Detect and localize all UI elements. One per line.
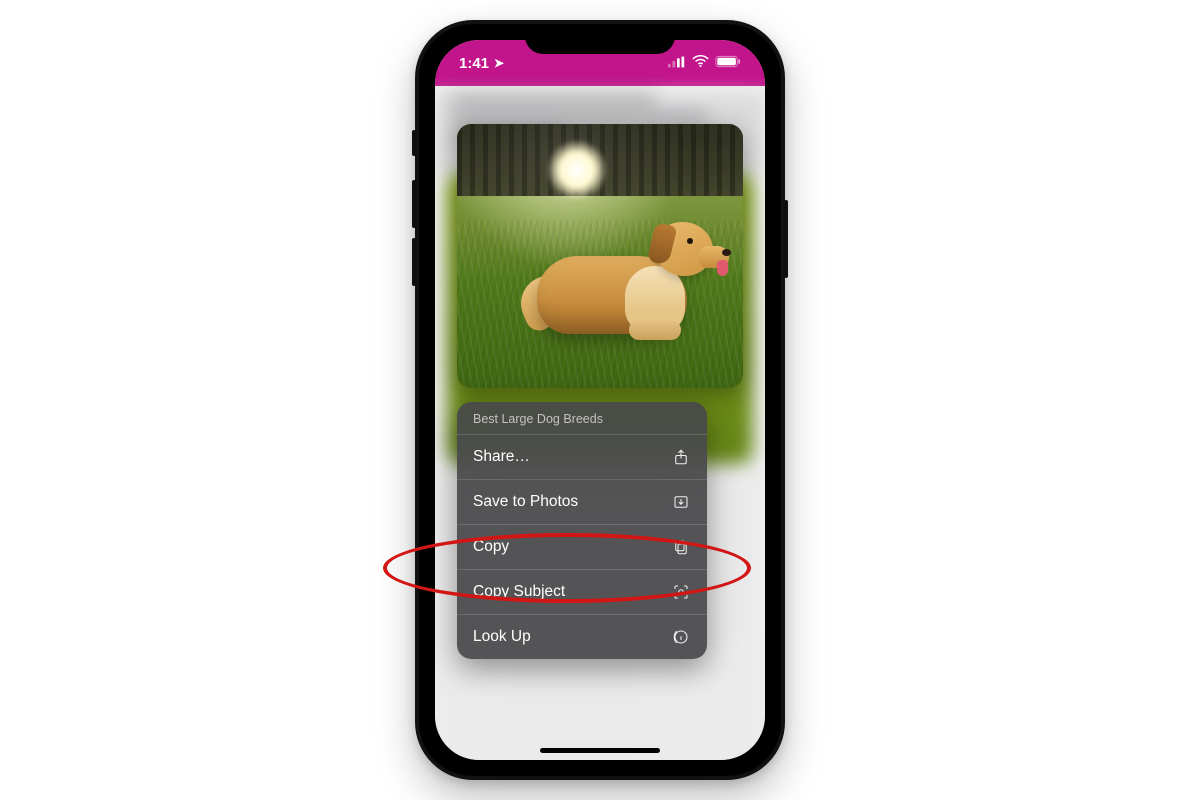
copy-icon xyxy=(671,537,691,557)
volume-up-button xyxy=(412,180,416,228)
menu-item-look-up[interactable]: Look Up xyxy=(457,614,707,659)
menu-item-label: Save to Photos xyxy=(473,493,578,511)
phone-bezel: 1:41 ➤ xyxy=(419,24,781,776)
volume-down-button xyxy=(412,238,416,286)
menu-item-label: Copy xyxy=(473,538,509,556)
context-menu: Best Large Dog Breeds Share… Save to Pho… xyxy=(457,402,707,659)
menu-item-copy[interactable]: Copy xyxy=(457,524,707,569)
preview-dog xyxy=(517,210,727,360)
mute-switch xyxy=(412,130,416,156)
wifi-icon xyxy=(692,55,709,72)
menu-item-save-to-photos[interactable]: Save to Photos xyxy=(457,479,707,524)
status-bar-right xyxy=(668,55,741,72)
phone-screen: 1:41 ➤ xyxy=(435,40,765,760)
location-services-icon: ➤ xyxy=(494,56,504,70)
lookup-icon xyxy=(671,627,691,647)
preview-sunflare xyxy=(547,140,607,200)
battery-icon xyxy=(715,55,741,72)
menu-item-copy-subject[interactable]: Copy Subject xyxy=(457,569,707,614)
cellular-signal-icon xyxy=(668,55,686,72)
menu-item-share[interactable]: Share… xyxy=(457,434,707,479)
save-image-icon xyxy=(671,492,691,512)
image-preview[interactable] xyxy=(457,124,743,388)
canvas: 1:41 ➤ xyxy=(0,0,1200,800)
status-bar-left: 1:41 ➤ xyxy=(459,55,504,72)
menu-item-label: Share… xyxy=(473,448,530,466)
iphone-device-frame: 1:41 ➤ xyxy=(415,20,785,780)
home-indicator[interactable] xyxy=(540,748,660,753)
menu-item-label: Copy Subject xyxy=(473,583,565,601)
side-button xyxy=(784,200,788,278)
share-icon xyxy=(671,447,691,467)
status-time: 1:41 xyxy=(459,55,489,72)
subject-lift-icon xyxy=(671,582,691,602)
display-notch xyxy=(525,24,675,54)
context-menu-title: Best Large Dog Breeds xyxy=(457,402,707,434)
menu-item-label: Look Up xyxy=(473,628,531,646)
